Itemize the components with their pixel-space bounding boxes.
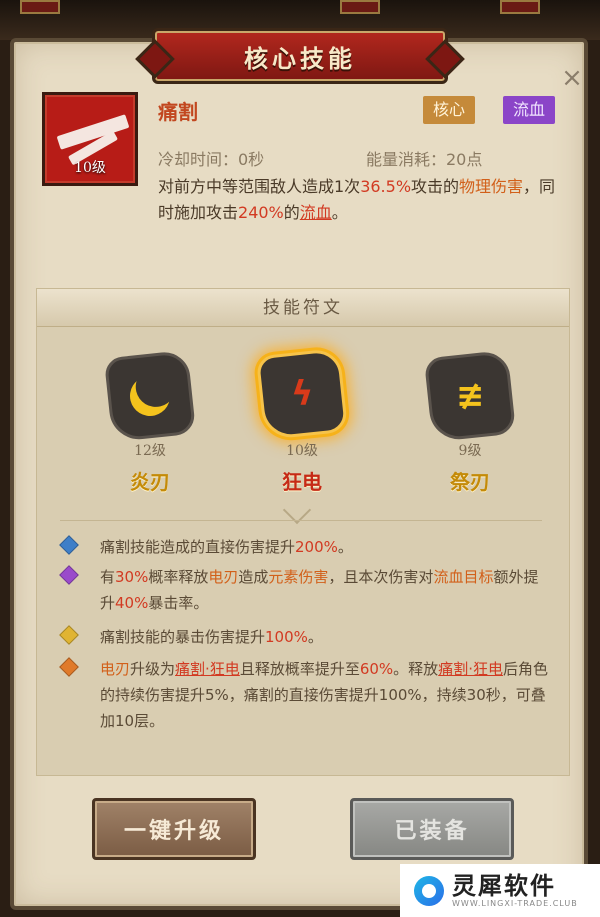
effect-item: 电刃升级为痛割·狂电且释放概率提升至60%。释放痛割·狂电后角色的持续伤害提升5…	[59, 656, 552, 734]
effect-copy: ，且本次伤害对	[328, 568, 434, 586]
top-decoration	[500, 0, 540, 14]
effect-text: 痛割技能的暴击伤害提升100%。	[100, 624, 552, 650]
effect-copy: 。	[307, 628, 323, 646]
rune-slot-sacrifice-blade[interactable]: ≢	[423, 349, 517, 443]
desc-text: 攻击的	[411, 177, 460, 196]
desc-text: 的	[283, 203, 300, 222]
effect-copy: 造成	[238, 568, 269, 586]
equipped-button[interactable]: 已装备	[350, 798, 514, 860]
desc-highlight: 36.5%	[360, 177, 412, 196]
blade-rune-icon: ≢	[455, 376, 485, 416]
effect-highlight: 60%	[359, 660, 394, 678]
effect-copy: 概率释放	[148, 568, 209, 586]
effect-text: 痛割技能造成的直接伤害提升200%。	[100, 534, 552, 560]
rune-name: 祭刃	[450, 470, 490, 494]
effect-highlight: 40%	[115, 594, 149, 612]
effect-copy: 。	[337, 538, 353, 556]
effect-copy: 有	[100, 568, 116, 586]
rune-name: 狂电	[282, 470, 322, 494]
effect-copy: 痛割技能的暴击伤害提升	[100, 628, 266, 646]
effect-highlight: 30%	[115, 568, 149, 586]
skill-icon: 10级	[42, 92, 138, 186]
upgrade-all-button[interactable]: 一键升级	[92, 798, 256, 860]
effect-copy: 升级为	[130, 660, 176, 678]
diamond-bullet-icon	[59, 657, 79, 677]
desc-text: 。	[331, 203, 348, 222]
desc-keyword: 物理伤害	[459, 177, 524, 196]
effect-item: 有30%概率释放电刃造成元素伤害，且本次伤害对流血目标额外提升40%暴击率。	[59, 564, 552, 616]
effect-keyword: 元素伤害	[268, 568, 329, 586]
effect-keyword: 电刃	[208, 568, 239, 586]
top-decoration	[340, 0, 380, 14]
panel-title: 核心技能	[244, 44, 356, 73]
title-banner: 核心技能	[152, 28, 448, 84]
rune-level: 9级	[458, 443, 482, 459]
effect-highlight: 100%	[265, 628, 308, 646]
lightning-rune-icon: ϟ	[290, 374, 314, 414]
effect-copy: 。释放	[393, 660, 439, 678]
effect-copy: 暴击率。	[148, 594, 209, 612]
skill-level: 10级	[74, 160, 106, 176]
watermark-title: 灵犀软件	[452, 872, 556, 900]
top-decoration	[20, 0, 60, 14]
tag-core: 核心	[423, 96, 476, 124]
energy-stat: 能量消耗：20点	[366, 150, 483, 169]
effect-item: 痛割技能的暴击伤害提升100%。	[59, 624, 552, 650]
skill-name: 痛割	[158, 100, 198, 124]
effect-copy: 且释放概率提升至	[239, 660, 360, 678]
skill-description: 对前方中等范围敌人造成1次36.5%攻击的物理伤害，同时施加攻击240%的流血。	[158, 174, 558, 226]
effect-keyword-link[interactable]: 痛割·狂电	[175, 660, 240, 678]
divider	[60, 520, 542, 521]
close-icon[interactable]: ×	[558, 64, 586, 92]
effect-keyword: 电刃	[100, 660, 131, 678]
rune-name: 炎刃	[130, 470, 170, 494]
cooldown-stat: 冷却时间：0秒	[158, 150, 265, 169]
diamond-bullet-icon	[59, 625, 79, 645]
desc-text: 对前方中等范围敌人造成1次	[158, 177, 361, 196]
effect-item: 痛割技能造成的直接伤害提升200%。	[59, 534, 552, 560]
diamond-bullet-icon	[59, 565, 79, 585]
rune-slot-frenzy-lightning[interactable]: ϟ	[255, 347, 349, 441]
effect-copy: 痛割技能造成的直接伤害提升	[100, 538, 296, 556]
effect-keyword: 流血目标	[433, 568, 494, 586]
tag-bleed: 流血	[503, 96, 556, 124]
effect-text: 有30%概率释放电刃造成元素伤害，且本次伤害对流血目标额外提升40%暴击率。	[100, 564, 552, 616]
effect-highlight: 200%	[295, 538, 338, 556]
desc-keyword-link[interactable]: 流血	[300, 203, 332, 222]
watermark-text: 灵犀软件 WWW.LINGXI-TRADE.CLUB	[452, 873, 578, 908]
effect-text: 电刃升级为痛割·狂电且释放概率提升至60%。释放痛割·狂电后角色的持续伤害提升5…	[100, 656, 552, 734]
watermark-subtitle: WWW.LINGXI-TRADE.CLUB	[452, 899, 578, 908]
rune-level: 12级	[134, 443, 166, 459]
rune-slot-flame-blade[interactable]	[103, 349, 197, 443]
crescent-icon	[122, 368, 178, 424]
rune-header: 技能符文	[37, 289, 569, 327]
watermark: 灵犀软件 WWW.LINGXI-TRADE.CLUB	[400, 864, 600, 917]
desc-highlight: 240%	[238, 203, 284, 222]
brand-logo-icon	[414, 875, 444, 906]
rune-level: 10级	[286, 443, 318, 459]
diamond-bullet-icon	[59, 535, 79, 555]
effect-keyword-link[interactable]: 痛割·狂电	[438, 660, 503, 678]
